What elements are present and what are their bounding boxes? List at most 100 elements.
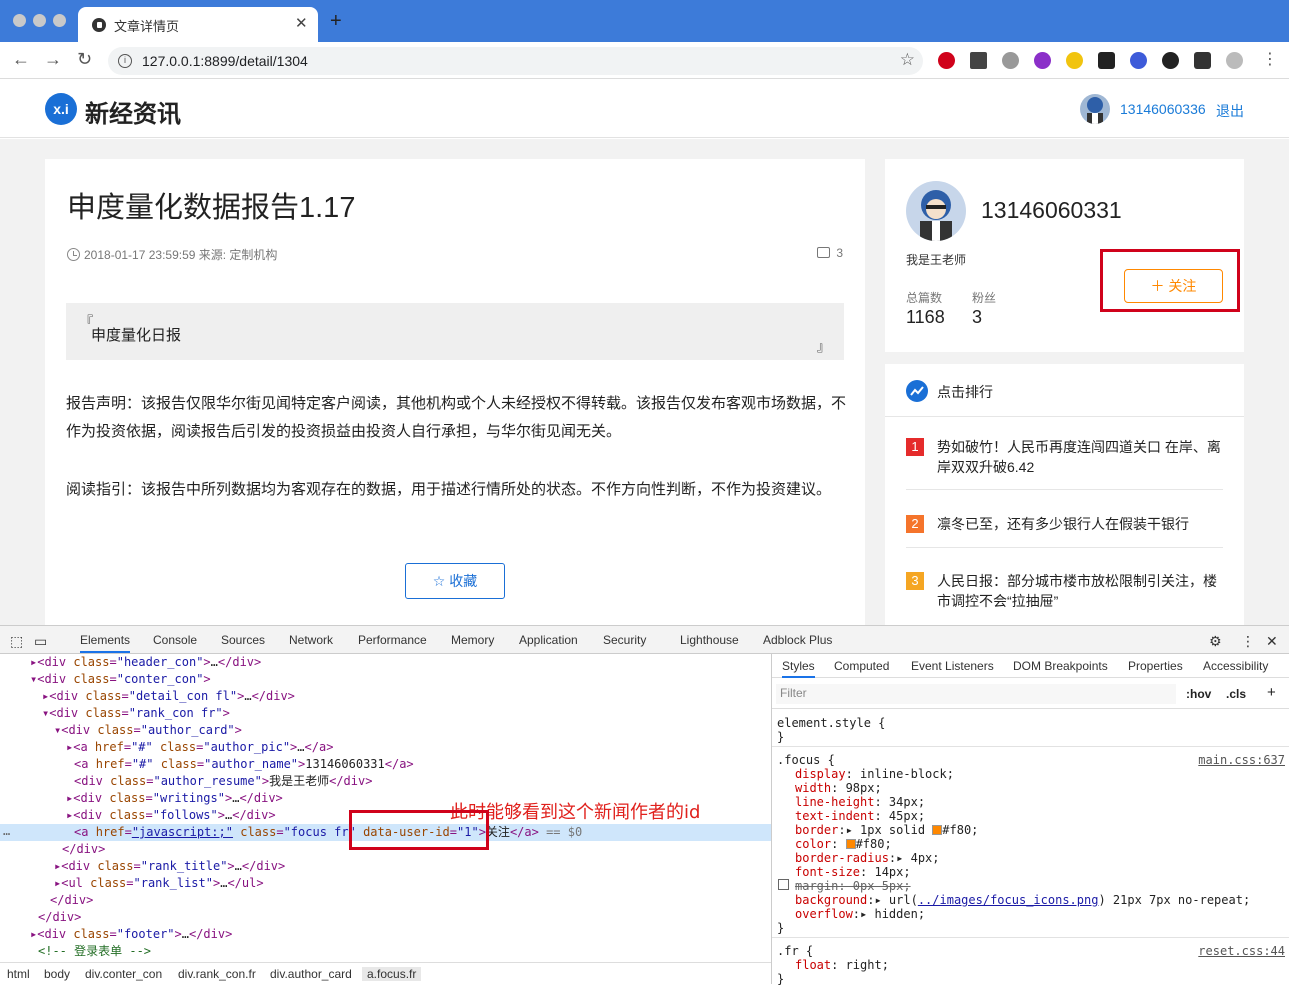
browser-tab[interactable]: 文章详情页 ✕ xyxy=(78,7,318,42)
profile-avatar[interactable] xyxy=(1226,52,1243,69)
color-swatch[interactable] xyxy=(845,839,856,849)
rank-item[interactable]: 2 凛冬已至，还有多少银行人在假装干银行 xyxy=(906,514,1223,534)
style-rule-line[interactable]: element.style { xyxy=(777,716,885,730)
tab-elements[interactable]: Elements xyxy=(80,633,131,653)
style-declaration[interactable]: display: inline-block; xyxy=(795,767,954,781)
dom-node[interactable]: ▾<div class="conter_con"> xyxy=(0,671,771,688)
header-avatar[interactable] xyxy=(1080,94,1110,124)
style-declaration[interactable]: border:▸ 1px solid #f80; xyxy=(795,823,978,837)
dom-node[interactable]: ▸<div class="rank_title">…</div> xyxy=(0,858,771,875)
browser-menu-icon[interactable]: ⋮ xyxy=(1262,49,1278,69)
style-declaration[interactable]: float: right; xyxy=(795,958,889,972)
style-declaration[interactable]: overflow:▸ hidden; xyxy=(795,907,925,921)
crumb-item[interactable]: html xyxy=(7,967,30,981)
more-options-icon[interactable]: ⋮ xyxy=(1241,633,1255,650)
style-declaration[interactable]: width: 98px; xyxy=(795,781,882,795)
dom-node[interactable]: <!-- 登录表单 --> xyxy=(0,943,771,960)
dom-node[interactable]: ▸<ul class="rank_list">…</ul> xyxy=(0,875,771,892)
inspect-element-icon[interactable]: ⬚ xyxy=(10,633,23,650)
crumb-item[interactable]: div.author_card xyxy=(270,967,352,981)
author-avatar[interactable] xyxy=(906,181,966,241)
dom-node[interactable]: ▸<div class="footer">…</div> xyxy=(0,926,771,943)
tab-sources[interactable]: Sources xyxy=(221,633,265,647)
comment-count[interactable]: 3 xyxy=(817,246,843,260)
url-text[interactable]: 127.0.0.1:8899/detail/1304 xyxy=(142,53,308,69)
style-declaration[interactable]: background:▸ url(../images/focus_icons.p… xyxy=(795,893,1250,907)
header-username[interactable]: 13146060336 xyxy=(1120,101,1206,117)
crumb-item-active[interactable]: a.focus.fr xyxy=(362,967,422,981)
dom-node[interactable]: ▸<div class="detail_con fl">…</div> xyxy=(0,688,771,705)
dom-node[interactable]: <a href="#" class="author_name">13146060… xyxy=(0,756,771,773)
device-toolbar-icon[interactable]: ▭ xyxy=(34,633,47,650)
stylesheet-link[interactable]: main.css:637 xyxy=(1198,753,1285,767)
tab-network[interactable]: Network xyxy=(289,633,333,647)
style-declaration[interactable]: line-height: 34px; xyxy=(795,795,925,809)
tab-styles[interactable]: Styles xyxy=(782,659,815,678)
dom-node[interactable]: ▸<div class="header_con">…</div> xyxy=(0,654,771,671)
tab-application[interactable]: Application xyxy=(519,633,578,647)
rank-item-text[interactable]: 凛冬已至，还有多少银行人在假装干银行 xyxy=(937,516,1189,532)
dom-node[interactable]: ▸<a href="#" class="author_pic">…</a> xyxy=(0,739,771,756)
settings-gear-icon[interactable]: ⚙ xyxy=(1209,633,1222,650)
crumb-item[interactable]: div.rank_con.fr xyxy=(178,967,256,981)
style-rule-line[interactable]: .fr { xyxy=(777,944,813,958)
rank-item[interactable]: 3 人民日报：部分城市楼市放松限制引关注，楼市调控不会“拉抽屉” xyxy=(906,571,1223,611)
reload-icon[interactable]: ↻ xyxy=(77,49,92,70)
new-rule-button[interactable]: + xyxy=(1267,684,1276,701)
globe-extension-icon[interactable] xyxy=(1002,52,1019,69)
translate-extension-icon[interactable] xyxy=(1130,52,1147,69)
tab-computed[interactable]: Computed xyxy=(834,659,889,673)
node-actions-icon[interactable]: … xyxy=(3,824,10,838)
tab-accessibility[interactable]: Accessibility xyxy=(1203,659,1268,673)
collect-button[interactable]: ☆ 收藏 xyxy=(405,563,505,599)
tab-close-icon[interactable]: ✕ xyxy=(295,14,308,32)
x-extension-icon[interactable] xyxy=(1098,52,1115,69)
tab-lighthouse[interactable]: Lighthouse xyxy=(680,633,739,647)
c-extension-icon[interactable] xyxy=(1162,52,1179,69)
tab-adblock-plus[interactable]: Adblock Plus xyxy=(763,633,832,647)
minimize-window-button[interactable] xyxy=(33,14,46,27)
rank-item[interactable]: 1 势如破竹！人民币再度连闯四道关口 在岸、离岸双双升破6.42 xyxy=(906,437,1223,477)
stylesheet-link[interactable]: reset.css:44 xyxy=(1198,944,1285,958)
dom-node[interactable]: ▾<div class="author_card"> xyxy=(0,722,771,739)
forward-icon[interactable]: → xyxy=(44,49,62,70)
crumb-item[interactable]: div.conter_con xyxy=(85,967,162,981)
site-info-icon[interactable]: i xyxy=(118,54,132,68)
declaration-checkbox[interactable] xyxy=(778,879,789,890)
dom-node[interactable]: <div class="author_resume">我是王老师</div> xyxy=(0,773,771,790)
new-tab-button[interactable]: + xyxy=(330,10,342,33)
yellow-extension-icon[interactable] xyxy=(1066,52,1083,69)
style-declaration[interactable]: text-indent: 45px; xyxy=(795,809,925,823)
style-declaration[interactable]: color: #f80; xyxy=(795,837,892,851)
tab-properties[interactable]: Properties xyxy=(1128,659,1183,673)
style-filter-input[interactable]: Filter xyxy=(776,684,1176,704)
style-declaration[interactable]: font-size: 14px; xyxy=(795,865,911,879)
logout-link[interactable]: 退出 xyxy=(1216,101,1244,121)
qr-extension-icon[interactable] xyxy=(970,52,987,69)
crumb-item[interactable]: body xyxy=(44,967,70,981)
cls-toggle[interactable]: .cls xyxy=(1226,687,1246,701)
bookmark-star-icon[interactable]: ☆ xyxy=(900,50,915,70)
tab-console[interactable]: Console xyxy=(153,633,197,647)
purple-extension-icon[interactable] xyxy=(1034,52,1051,69)
dom-node[interactable]: </div> xyxy=(0,892,771,909)
dom-node[interactable]: </div> xyxy=(0,909,771,926)
tab-memory[interactable]: Memory xyxy=(451,633,494,647)
style-rule-line[interactable]: .focus { xyxy=(777,753,835,767)
close-devtools-icon[interactable]: ✕ xyxy=(1266,633,1278,650)
tab-event-listeners[interactable]: Event Listeners xyxy=(911,659,994,673)
style-declaration[interactable]: margin: 0px 5px; xyxy=(795,879,911,893)
rank-item-text[interactable]: 势如破竹！人民币再度连闯四道关口 在岸、离岸双双升破6.42 xyxy=(937,439,1221,475)
hov-toggle[interactable]: :hov xyxy=(1186,687,1211,701)
back-icon[interactable]: ← xyxy=(12,49,30,70)
tab-dom-breakpoints[interactable]: DOM Breakpoints xyxy=(1013,659,1108,673)
style-declaration[interactable]: border-radius:▸ 4px; xyxy=(795,851,940,865)
adblock-extension-icon[interactable] xyxy=(938,52,955,69)
dom-node[interactable]: ▾<div class="rank_con fr"> xyxy=(0,705,771,722)
tab-security[interactable]: Security xyxy=(603,633,646,647)
extensions-puzzle-icon[interactable] xyxy=(1194,52,1211,69)
rank-item-text[interactable]: 人民日报：部分城市楼市放松限制引关注，楼市调控不会“拉抽屉” xyxy=(937,573,1217,609)
tab-performance[interactable]: Performance xyxy=(358,633,427,647)
color-swatch[interactable] xyxy=(932,825,943,835)
maximize-window-button[interactable] xyxy=(53,14,66,27)
